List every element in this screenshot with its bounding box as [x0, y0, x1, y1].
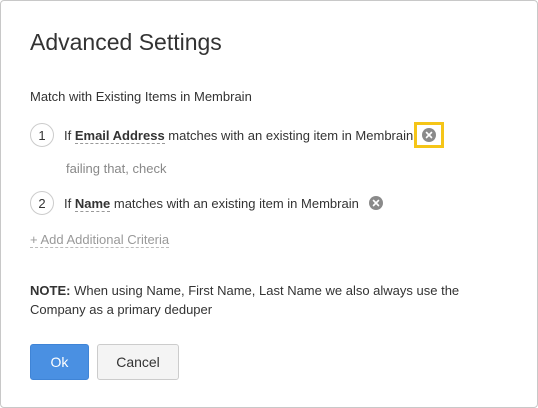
remove-criterion-1-button[interactable] — [414, 122, 445, 148]
section-label: Match with Existing Items in Membrain — [30, 89, 252, 104]
remove-criterion-2-button[interactable] — [365, 192, 387, 214]
criterion-text: If Email Address matches with an existin… — [64, 127, 414, 144]
advanced-settings-dialog: Advanced Settings Match with Existing It… — [0, 0, 538, 408]
failing-that-check-text: failing that, check — [66, 161, 167, 176]
criterion-field-email-address[interactable]: Email Address — [74, 127, 165, 144]
cancel-button[interactable]: Cancel — [97, 344, 179, 380]
criterion-prefix: If — [64, 127, 75, 143]
criterion-prefix: If — [64, 195, 75, 211]
criterion-row-2: 2 If Name matches with an existing item … — [30, 190, 387, 216]
close-circle-icon — [422, 128, 437, 142]
dialog-title: Advanced Settings — [30, 29, 222, 55]
add-additional-criteria-link[interactable]: + Add Additional Criteria — [30, 232, 170, 248]
criterion-number-badge: 1 — [30, 123, 54, 147]
close-circle-icon — [368, 196, 383, 210]
criterion-field-name[interactable]: Name — [74, 195, 111, 212]
criterion-suffix: matches with an existing item in Membrai… — [164, 127, 414, 143]
note-label: NOTE: — [30, 283, 71, 298]
criterion-row-1: 1 If Email Address matches with an exist… — [30, 122, 445, 148]
note-body: When using Name, First Name, Last Name w… — [30, 283, 460, 317]
ok-button[interactable]: Ok — [30, 344, 89, 380]
note-text: NOTE: When using Name, First Name, Last … — [30, 281, 500, 319]
criterion-number-badge: 2 — [30, 191, 54, 215]
criterion-text: If Name matches with an existing item in… — [64, 195, 359, 212]
criterion-suffix: matches with an existing item in Membrai… — [110, 195, 359, 211]
